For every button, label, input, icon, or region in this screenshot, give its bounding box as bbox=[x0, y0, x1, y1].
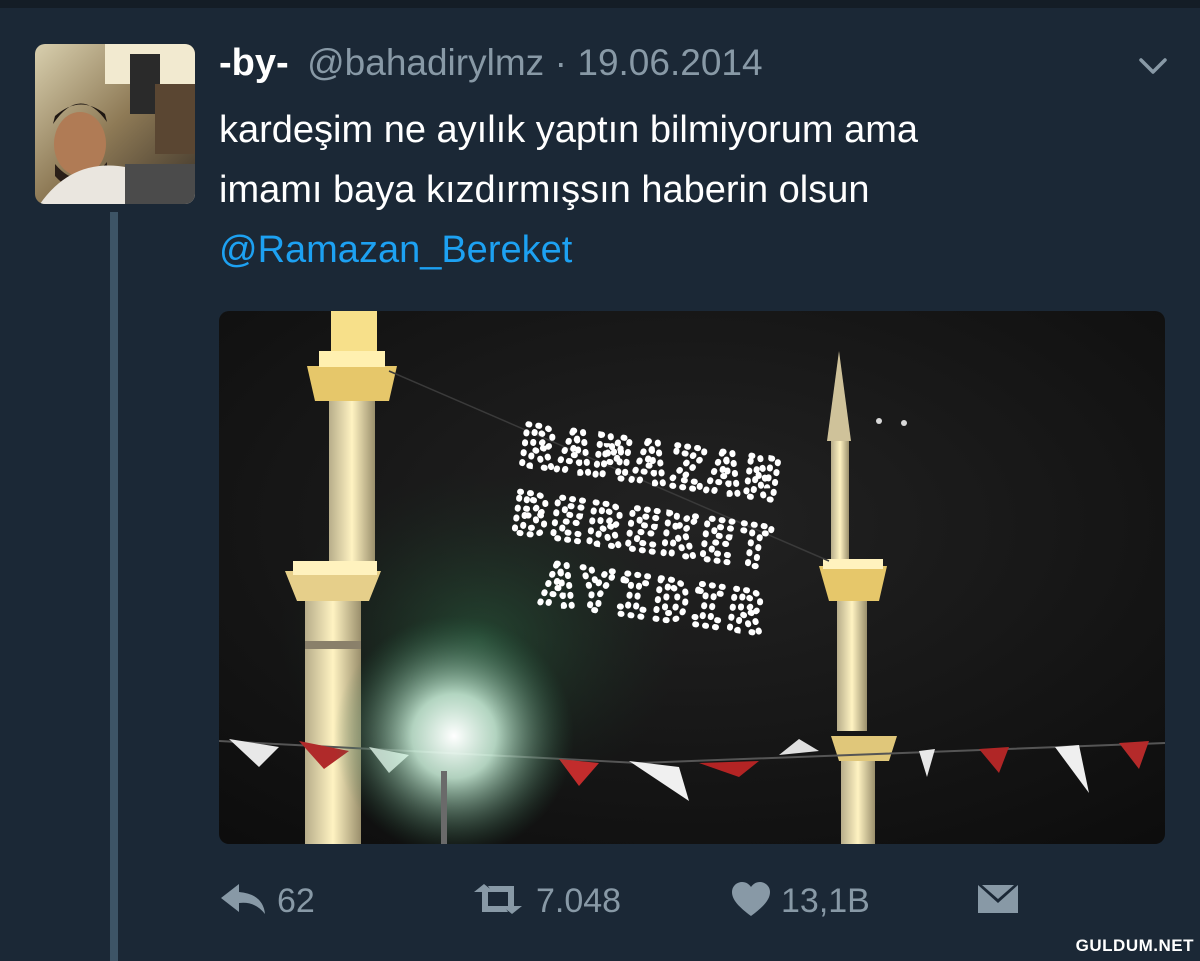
watermark: GULDUM.NET bbox=[1075, 936, 1194, 955]
tweet-text-line: kardeşim ne ayılık yaptın bilmiyorum ama bbox=[219, 109, 919, 151]
chevron-down-icon[interactable] bbox=[1137, 55, 1169, 77]
envelope-icon bbox=[976, 881, 1020, 922]
avatar[interactable] bbox=[35, 44, 195, 204]
tweet-text-line: imamı baya kızdırmışsın haberin olsun bbox=[219, 169, 870, 211]
like-button[interactable]: 13,1B bbox=[731, 876, 870, 926]
direct-message-button[interactable] bbox=[976, 876, 1020, 926]
tweet-actions-bar: 62 7.048 13,1B bbox=[0, 876, 1200, 926]
mention-link[interactable]: @Ramazan_Bereket bbox=[219, 220, 1159, 280]
thread-connector-line bbox=[110, 212, 118, 961]
reply-icon bbox=[219, 882, 267, 921]
tweet-photo[interactable]: RAMAZAN BEREKET AYIDIR bbox=[219, 311, 1165, 844]
like-count: 13,1B bbox=[781, 881, 870, 920]
top-divider bbox=[0, 0, 1200, 8]
heart-icon bbox=[731, 881, 771, 922]
username-handle[interactable]: @bahadirylmz bbox=[307, 42, 544, 83]
reply-button[interactable]: 62 bbox=[219, 876, 315, 926]
header-separator: · bbox=[554, 42, 567, 83]
retweet-button[interactable]: 7.048 bbox=[470, 876, 621, 926]
tweet-text: kardeşim ne ayılık yaptın bilmiyorum ama… bbox=[219, 100, 1159, 280]
light-sign: RAMAZAN BEREKET AYIDIR bbox=[506, 411, 790, 651]
display-name[interactable]: -by- bbox=[219, 42, 289, 84]
retweet-icon bbox=[470, 882, 526, 921]
reply-count: 62 bbox=[277, 881, 315, 920]
tweet-header: -by- @bahadirylmz · 19.06.2014 bbox=[219, 42, 763, 94]
tweet-date[interactable]: 19.06.2014 bbox=[577, 42, 762, 83]
retweet-count: 7.048 bbox=[536, 881, 622, 920]
